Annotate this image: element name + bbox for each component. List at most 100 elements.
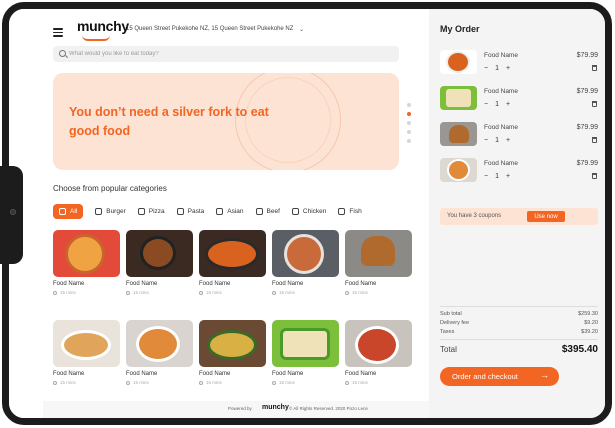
- quantity-value: 1: [495, 65, 499, 72]
- food-card[interactable]: Food Name 15 mins: [272, 320, 339, 385]
- food-time-text: 15 mins: [352, 290, 368, 295]
- order-item-thumb: [440, 158, 477, 182]
- food-card[interactable]: Food Name 15 mins: [199, 230, 266, 295]
- use-coupon-button[interactable]: Use now: [527, 211, 565, 222]
- decrease-button[interactable]: −: [484, 101, 488, 108]
- pagination-dot-active[interactable]: [407, 112, 411, 116]
- category-label: Chicken: [302, 208, 327, 215]
- food-card[interactable]: Food Name 15 mins: [53, 230, 120, 295]
- order-item-thumb: [440, 86, 477, 110]
- chevron-down-icon[interactable]: ⌄: [299, 26, 304, 33]
- order-sidebar: My Order Food Name $79.99 −1 + Food Name …: [429, 9, 605, 418]
- increase-button[interactable]: +: [506, 65, 510, 72]
- checkout-button[interactable]: Order and checkout →: [440, 367, 559, 386]
- pagination-dot[interactable]: [407, 139, 411, 143]
- delivery-label: Delivery fee: [440, 320, 470, 326]
- food-time: 15 mins: [126, 380, 149, 385]
- taxes-row: Taxes $39.20: [440, 329, 598, 335]
- food-name: Food Name: [53, 281, 85, 287]
- category-tab-fish[interactable]: Fish: [338, 204, 362, 219]
- category-tab-beef[interactable]: Beef: [255, 204, 280, 219]
- beef-icon: [255, 208, 263, 215]
- food-card[interactable]: Food Name 15 mins: [272, 230, 339, 295]
- clock-icon: [272, 380, 276, 385]
- category-tab-chicken[interactable]: Chicken: [291, 204, 327, 219]
- munchy-logo[interactable]: munchy: [77, 18, 129, 34]
- food-time: 15 mins: [272, 290, 295, 295]
- food-name: Food Name: [199, 371, 231, 377]
- order-item-price: $79.99: [576, 160, 598, 167]
- trash-icon[interactable]: [592, 173, 597, 179]
- category-label: Asian: [227, 208, 244, 215]
- increase-button[interactable]: +: [506, 101, 510, 108]
- food-card[interactable]: Food Name 15 mins: [126, 320, 193, 385]
- food-time-text: 15 mins: [60, 290, 76, 295]
- subtotal-row: Sub total $259.30: [440, 311, 598, 317]
- total-label: Total: [440, 345, 457, 354]
- logo-smile-mark: [82, 35, 110, 41]
- summary-divider: [440, 306, 598, 307]
- food-card[interactable]: Food Name 15 mins: [53, 320, 120, 385]
- trash-icon[interactable]: [592, 101, 597, 107]
- category-label: All: [70, 208, 78, 215]
- pagination-dot[interactable]: [407, 130, 411, 134]
- promo-banner[interactable]: You don’t need a silver fork to eat good…: [53, 73, 399, 170]
- clock-icon: [272, 290, 276, 295]
- increase-button[interactable]: +: [506, 137, 510, 144]
- delivery-row: Delivery fee $9.20: [440, 320, 598, 326]
- food-name: Food Name: [199, 281, 231, 287]
- category-tabs: All Burger Pizza Pasta Asian Beef Chicke…: [53, 204, 374, 220]
- pagination-dot[interactable]: [407, 103, 411, 107]
- food-card[interactable]: Food Name 15 mins: [126, 230, 193, 295]
- trash-icon[interactable]: [592, 65, 597, 71]
- category-label: Pizza: [148, 208, 165, 215]
- total-value: $395.40: [561, 344, 598, 355]
- banner-pagination: [407, 103, 413, 148]
- food-time: 15 mins: [199, 380, 222, 385]
- search-bar[interactable]: [53, 46, 399, 62]
- pagination-dot[interactable]: [407, 121, 411, 125]
- search-input[interactable]: [69, 46, 389, 62]
- category-tab-asian[interactable]: Asian: [216, 204, 244, 219]
- food-time-text: 15 mins: [133, 290, 149, 295]
- decrease-button[interactable]: −: [484, 137, 488, 144]
- increase-button[interactable]: +: [506, 173, 510, 180]
- chicken-icon: [291, 208, 299, 215]
- food-card[interactable]: Food Name 15 mins: [199, 320, 266, 385]
- taxes-label: Taxes: [440, 329, 455, 335]
- coupon-text: You have 3 coupons: [447, 213, 502, 219]
- quantity-stepper: −1 +: [484, 137, 517, 144]
- food-time-text: 15 mins: [279, 380, 295, 385]
- decrease-button[interactable]: −: [484, 65, 488, 72]
- food-image: [53, 230, 120, 277]
- food-image: [345, 230, 412, 277]
- pasta-icon: [176, 208, 184, 215]
- category-tab-all[interactable]: All: [53, 204, 84, 219]
- order-item-thumb: [440, 122, 477, 146]
- total-row: Total $395.40: [440, 344, 598, 355]
- food-card[interactable]: Food Name 15 mins: [345, 230, 412, 295]
- category-tab-burger[interactable]: Burger: [95, 204, 126, 219]
- powered-by-text: Powered by: [228, 406, 252, 411]
- food-image: [272, 230, 339, 277]
- food-name: Food Name: [126, 281, 158, 287]
- trash-icon[interactable]: [592, 137, 597, 143]
- decrease-button[interactable]: −: [484, 173, 488, 180]
- clock-icon: [345, 290, 349, 295]
- category-tab-pizza[interactable]: Pizza: [137, 204, 165, 219]
- order-item-price: $79.99: [576, 88, 598, 95]
- delivery-address[interactable]: 15 Queen Street Pukekohe NZ, 15 Queen St…: [126, 26, 293, 32]
- clock-icon: [126, 380, 130, 385]
- food-time-text: 15 mins: [206, 380, 222, 385]
- menu-icon[interactable]: [53, 28, 63, 37]
- food-image: [199, 230, 266, 277]
- food-image: [345, 320, 412, 367]
- category-tab-pasta[interactable]: Pasta: [176, 204, 204, 219]
- food-image: [126, 230, 193, 277]
- order-item-price: $79.99: [576, 124, 598, 131]
- food-time-text: 15 mins: [60, 380, 76, 385]
- food-card[interactable]: Food Name 15 mins: [345, 320, 412, 385]
- food-name: Food Name: [272, 371, 304, 377]
- camera-icon: [10, 209, 16, 215]
- pizza-icon: [137, 208, 145, 215]
